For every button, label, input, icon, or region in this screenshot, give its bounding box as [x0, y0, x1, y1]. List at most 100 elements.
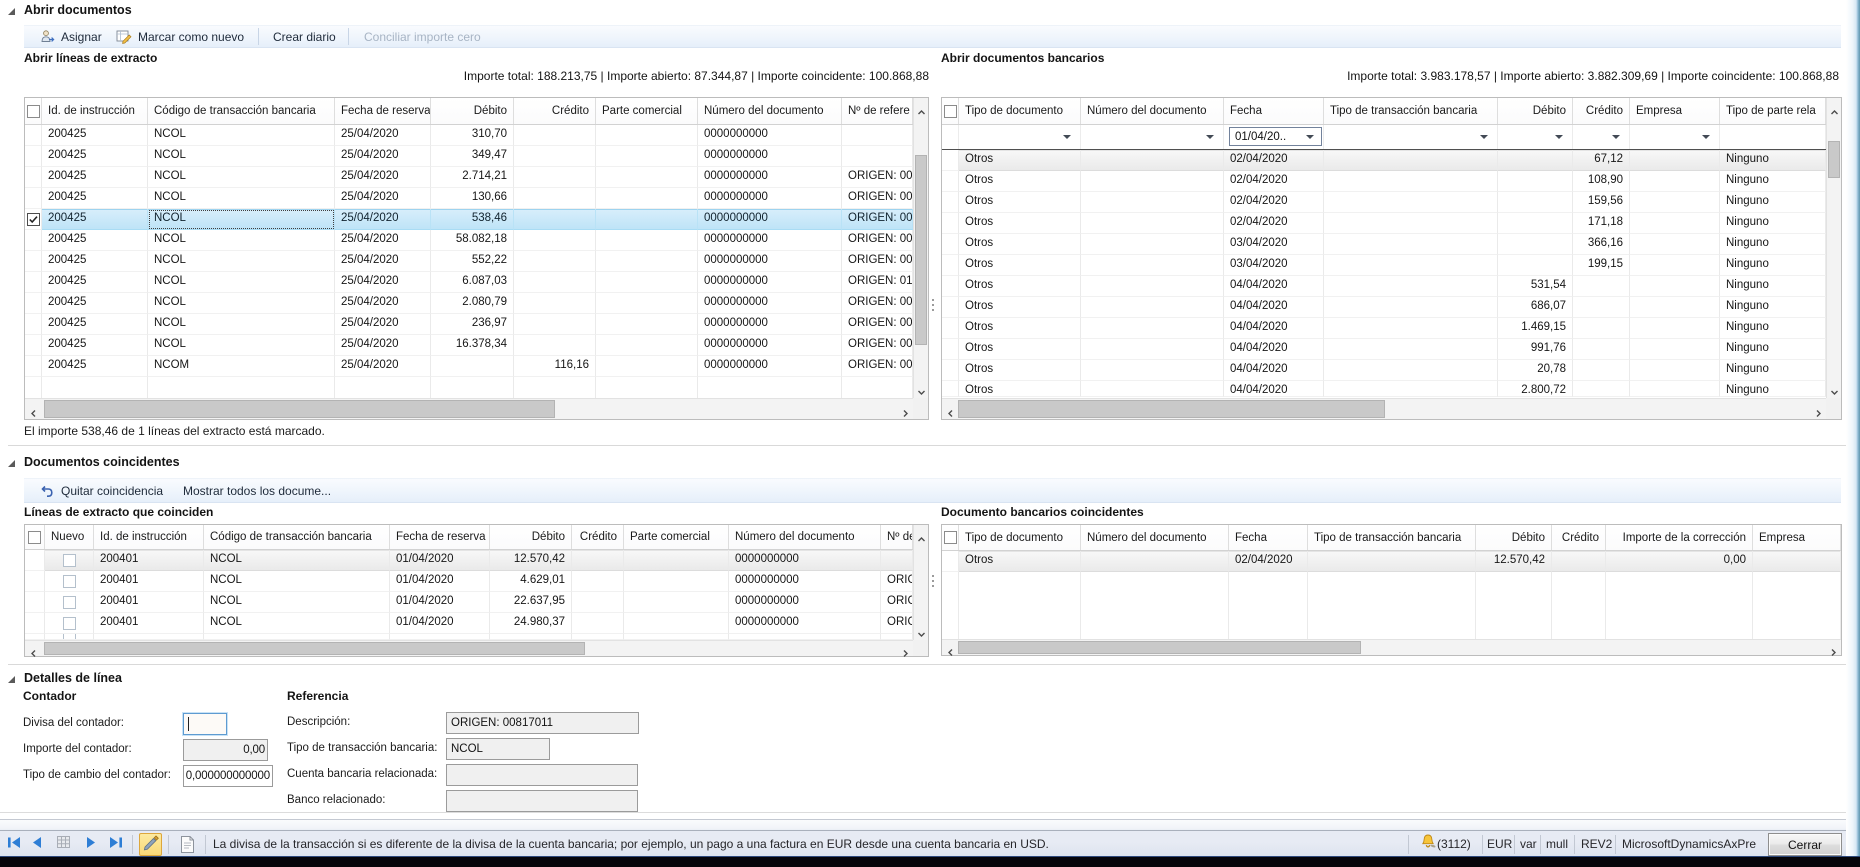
column-header-empresa[interactable]: Empresa: [1753, 525, 1841, 550]
cell[interactable]: 200425: [42, 209, 148, 230]
cell[interactable]: [1630, 339, 1720, 360]
table-row[interactable]: 200425NCOL25/04/202016.378,340000000000O…: [25, 335, 913, 356]
cell[interactable]: ORIGEN: 00: [842, 167, 913, 188]
matched-bank-documents-grid[interactable]: Tipo de documentoNúmero del documentoFec…: [941, 524, 1842, 656]
horizontal-scrollbar-thumb[interactable]: [44, 400, 555, 418]
cell[interactable]: Otros: [959, 297, 1081, 318]
cell[interactable]: Ninguno: [1720, 192, 1826, 213]
row-selector-cell[interactable]: [25, 125, 42, 146]
table-row[interactable]: Otros04/04/2020686,07Ninguno: [942, 297, 1826, 318]
column-header-id-de-instrucci-n[interactable]: Id. de instrucción: [94, 525, 204, 549]
cell[interactable]: [596, 314, 698, 335]
column-header-select[interactable]: [25, 525, 45, 549]
crear-diario-button[interactable]: Crear diario: [273, 26, 336, 47]
cell[interactable]: ORIGEN: 00: [842, 335, 913, 356]
cell[interactable]: 200425: [42, 188, 148, 209]
matched-statement-lines-grid[interactable]: NuevoId. de instrucciónCódigo de transac…: [24, 524, 929, 657]
table-row[interactable]: 200425NCOL25/04/2020552,220000000000ORIG…: [25, 251, 913, 272]
row-selector-cell[interactable]: [942, 192, 959, 213]
cell[interactable]: 0000000000: [698, 146, 842, 167]
cell[interactable]: 0000000000: [729, 613, 881, 634]
scroll-up-icon[interactable]: [917, 104, 926, 113]
column-header-d-bito[interactable]: Débito: [431, 98, 514, 124]
edit-record-button[interactable]: [139, 833, 162, 856]
cell[interactable]: 04/04/2020: [1224, 318, 1324, 339]
dropdown-arrow-icon[interactable]: [1306, 135, 1314, 139]
date-filter-combobox[interactable]: 01/04/20..: [1229, 127, 1322, 146]
cell[interactable]: Ninguno: [1720, 381, 1826, 397]
filter-cell[interactable]: [1324, 125, 1498, 149]
table-row[interactable]: Otros04/04/2020531,54Ninguno: [942, 276, 1826, 297]
cell[interactable]: 130,66: [431, 188, 514, 209]
column-header-c-digo-de-transacci-n-bancaria[interactable]: Código de transacción bancaria: [148, 98, 335, 124]
cell[interactable]: 01/04/2020: [390, 592, 490, 613]
last-record-icon[interactable]: [109, 835, 123, 853]
quitar-coincidencia-button[interactable]: Quitar coincidencia: [40, 479, 163, 502]
table-row[interactable]: Otros04/04/202020,78Ninguno: [942, 360, 1826, 381]
cell[interactable]: 0000000000: [698, 125, 842, 146]
cell[interactable]: 0000000000: [729, 550, 881, 571]
cell[interactable]: 25/04/2020: [335, 188, 431, 209]
row-selector-cell[interactable]: [25, 592, 45, 613]
cell[interactable]: NCOL: [148, 335, 335, 356]
column-header-id-de-instrucci-n[interactable]: Id. de instrucción: [42, 98, 148, 124]
cell[interactable]: Otros: [959, 171, 1081, 192]
table-row[interactable]: Otros03/04/2020366,16Ninguno: [942, 234, 1826, 255]
cell[interactable]: [624, 550, 729, 571]
row-selector-cell[interactable]: [942, 171, 959, 192]
cell[interactable]: [572, 571, 624, 592]
cell[interactable]: [596, 335, 698, 356]
scroll-up-icon[interactable]: [1830, 104, 1839, 113]
cell[interactable]: [1324, 360, 1498, 381]
cell[interactable]: NCOL: [148, 230, 335, 251]
cell[interactable]: [1081, 192, 1224, 213]
row-selector-cell[interactable]: [942, 339, 959, 360]
unchecked-checkbox[interactable]: [63, 554, 76, 567]
row-selector-cell[interactable]: [942, 150, 959, 171]
column-header-d-bito[interactable]: Débito: [490, 525, 572, 549]
cell[interactable]: Ninguno: [1720, 213, 1826, 234]
next-record-icon[interactable]: [86, 835, 97, 853]
statusbar-server[interactable]: MicrosoftDynamicsAxPre: [1622, 837, 1756, 851]
table-row[interactable]: Otros02/04/202067,12Ninguno: [942, 150, 1826, 171]
cell[interactable]: [1630, 255, 1720, 276]
cell[interactable]: 02/04/2020: [1229, 551, 1308, 572]
bank-documents-grid[interactable]: Tipo de documentoNúmero del documentoFec…: [941, 97, 1842, 420]
cell[interactable]: NCOL: [204, 592, 390, 613]
statusbar-currency[interactable]: EUR: [1487, 837, 1512, 851]
table-row[interactable]: 200425NCOL25/04/2020130,660000000000ORIG…: [25, 188, 913, 209]
cell[interactable]: 16.378,34: [431, 335, 514, 356]
notifications-bell-icon[interactable]: [1420, 834, 1436, 855]
cell[interactable]: 04/04/2020: [1224, 360, 1324, 381]
column-header-n-mero-del-documento[interactable]: Número del documento: [698, 98, 842, 124]
cell[interactable]: 199,15: [1573, 255, 1630, 276]
cell[interactable]: 0000000000: [698, 230, 842, 251]
cell[interactable]: Otros: [959, 360, 1081, 381]
cell[interactable]: NCOL: [204, 613, 390, 634]
dropdown-arrow-icon[interactable]: [1206, 135, 1214, 139]
cell[interactable]: [1630, 213, 1720, 234]
cell[interactable]: 200425: [42, 230, 148, 251]
cell[interactable]: Otros: [959, 150, 1081, 171]
cell[interactable]: [1630, 297, 1720, 318]
cell[interactable]: 200401: [94, 592, 204, 613]
column-header-n-mero-del-documento[interactable]: Número del documento: [1081, 525, 1229, 550]
cell[interactable]: [1324, 297, 1498, 318]
cell[interactable]: [1498, 255, 1573, 276]
cell[interactable]: 531,54: [1498, 276, 1573, 297]
statusbar-partition[interactable]: var: [1520, 837, 1537, 851]
column-header-d-bito[interactable]: Débito: [1476, 525, 1552, 550]
cell[interactable]: NCOL: [148, 146, 335, 167]
scroll-down-icon[interactable]: [1830, 384, 1839, 393]
cell[interactable]: [1324, 192, 1498, 213]
cell[interactable]: Ninguno: [1720, 150, 1826, 171]
cell[interactable]: 0000000000: [698, 209, 842, 230]
cell[interactable]: [1498, 213, 1573, 234]
checked-checkbox[interactable]: [27, 213, 40, 226]
cell[interactable]: NCOL: [204, 571, 390, 592]
cell[interactable]: 22.637,95: [490, 592, 572, 613]
cell[interactable]: Otros: [959, 551, 1081, 572]
row-selector-cell[interactable]: [942, 318, 959, 339]
filter-cell[interactable]: [1630, 125, 1720, 149]
cell[interactable]: 0000000000: [698, 356, 842, 377]
